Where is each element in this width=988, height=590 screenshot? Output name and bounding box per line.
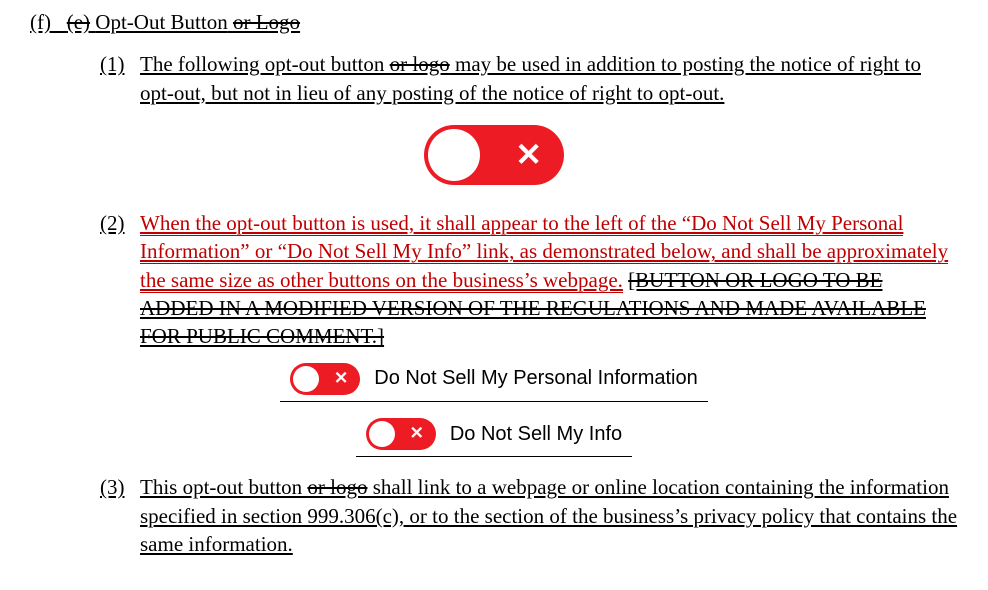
x-icon: ✕ (515, 133, 542, 176)
optout-toggle-icon: ✕ (366, 418, 436, 450)
item1-number: (1) (100, 50, 140, 107)
item2-number: (2) (100, 209, 140, 351)
section-title-deleted: or Logo (233, 10, 300, 34)
x-icon: ✕ (334, 367, 348, 390)
toggle-knob (428, 129, 480, 181)
optout-toggle-large-row: ✕ (30, 125, 958, 185)
item3-body: This opt-out button or logo shall link t… (140, 473, 958, 558)
x-icon: ✕ (410, 423, 424, 446)
marker-new: (f) (30, 10, 51, 34)
example-row-short: ✕ Do Not Sell My Info (30, 418, 958, 457)
section-title-kept: Opt-Out Button (95, 10, 227, 34)
item2-body: When the opt-out button is used, it shal… (140, 209, 958, 351)
example-row-long: ✕ Do Not Sell My Personal Information (30, 363, 958, 402)
list-item-3: (3) This opt-out button or logo shall li… (100, 473, 958, 558)
section-header: (f) (e) Opt-Out Button or Logo (30, 8, 958, 36)
item3-text-pre: This opt-out button (140, 475, 307, 499)
example-link-long[interactable]: Do Not Sell My Personal Information (374, 365, 697, 392)
item3-number: (3) (100, 473, 140, 558)
item1-text-pre: The following opt-out button (140, 52, 390, 76)
item1-deleted: or logo (390, 52, 450, 76)
example-link-short[interactable]: Do Not Sell My Info (450, 421, 622, 448)
marker-old-deleted: (e) (67, 10, 90, 34)
toggle-knob (369, 421, 395, 447)
item1-body: The following opt-out button or logo may… (140, 50, 958, 107)
item3-deleted: or logo (307, 475, 367, 499)
toggle-knob (293, 366, 319, 392)
optout-toggle-icon: ✕ (290, 363, 360, 395)
list-item-1: (1) The following opt-out button or logo… (100, 50, 958, 107)
list-item-2: (2) When the opt-out button is used, it … (100, 209, 958, 351)
optout-toggle-icon: ✕ (424, 125, 564, 185)
